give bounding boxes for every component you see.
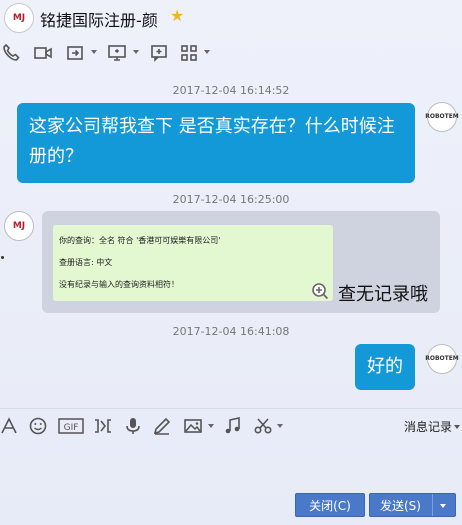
timestamp: 2017-12-04 16:14:52	[172, 84, 290, 97]
image-icon[interactable]	[182, 414, 204, 438]
scissors-icon[interactable]	[252, 414, 274, 438]
apps-dropdown-icon[interactable]	[204, 50, 210, 54]
gif-icon[interactable]: GIF	[58, 414, 84, 438]
chat-toolbar	[0, 40, 462, 66]
send-separator	[432, 494, 433, 516]
screen-share-dropdown-icon[interactable]	[133, 50, 139, 54]
self-avatar[interactable]: ROBOTEM	[425, 344, 459, 374]
emoji-icon[interactable]	[27, 414, 49, 438]
contact-avatar-small[interactable]: MJ	[4, 211, 34, 241]
image-line: 没有纪录与输入的查询资料相符！	[59, 280, 179, 289]
message-text: 查无记录哦	[338, 284, 428, 305]
history-link[interactable]: 消息记录	[404, 418, 452, 435]
history-dropdown-icon[interactable]	[454, 425, 460, 429]
mic-icon[interactable]	[122, 414, 144, 438]
pen-icon[interactable]	[151, 414, 173, 438]
font-icon[interactable]	[0, 414, 20, 438]
svg-text:GIF: GIF	[64, 423, 79, 433]
clip-icon[interactable]	[92, 414, 114, 438]
timestamp: 2017-12-04 16:25:00	[172, 193, 290, 206]
message-bubble-self[interactable]: 这家公司帮我查下 是否真实存在？什么时候注册的？	[17, 103, 415, 183]
self-avatar[interactable]: ROBOTEM	[425, 102, 459, 132]
image-attachment[interactable]: 你的查询：全名 符合 '香港可可娱樂有限公司' 查册语言: 中文 没有纪录与输入…	[53, 225, 333, 301]
zoom-icon[interactable]	[311, 282, 329, 300]
contact-name: 铭捷国际注册-颜	[40, 11, 158, 30]
apps-icon[interactable]	[178, 42, 200, 64]
timestamp: 2017-12-04 16:41:08	[172, 325, 290, 338]
video-icon[interactable]	[32, 42, 54, 64]
phone-icon[interactable]	[0, 42, 22, 64]
send-options-icon[interactable]	[440, 504, 446, 508]
share-icon[interactable]	[64, 42, 86, 64]
divider	[0, 408, 462, 409]
avatar-text: MJ	[12, 13, 26, 23]
bullet-dot	[1, 256, 4, 259]
music-icon[interactable]	[222, 414, 244, 438]
add-chat-icon[interactable]	[148, 42, 170, 64]
screen-share-icon[interactable]	[106, 42, 128, 64]
input-toolbar: GIF 消息记录	[0, 414, 462, 440]
share-dropdown-icon[interactable]	[91, 50, 97, 54]
star-icon[interactable]: ★	[170, 6, 184, 25]
title-bar: MJ 铭捷国际注册-颜 ★	[0, 0, 462, 36]
image-line: 你的查询：全名 符合 '香港可可娱樂有限公司'	[59, 236, 221, 245]
close-button[interactable]: 关闭(C)	[295, 493, 365, 517]
scissors-dropdown-icon[interactable]	[277, 424, 283, 428]
image-line: 查册语言: 中文	[59, 258, 113, 267]
contact-avatar[interactable]: MJ	[4, 3, 34, 33]
image-dropdown-icon[interactable]	[208, 424, 214, 428]
message-bubble-self[interactable]: 好的	[355, 344, 415, 390]
